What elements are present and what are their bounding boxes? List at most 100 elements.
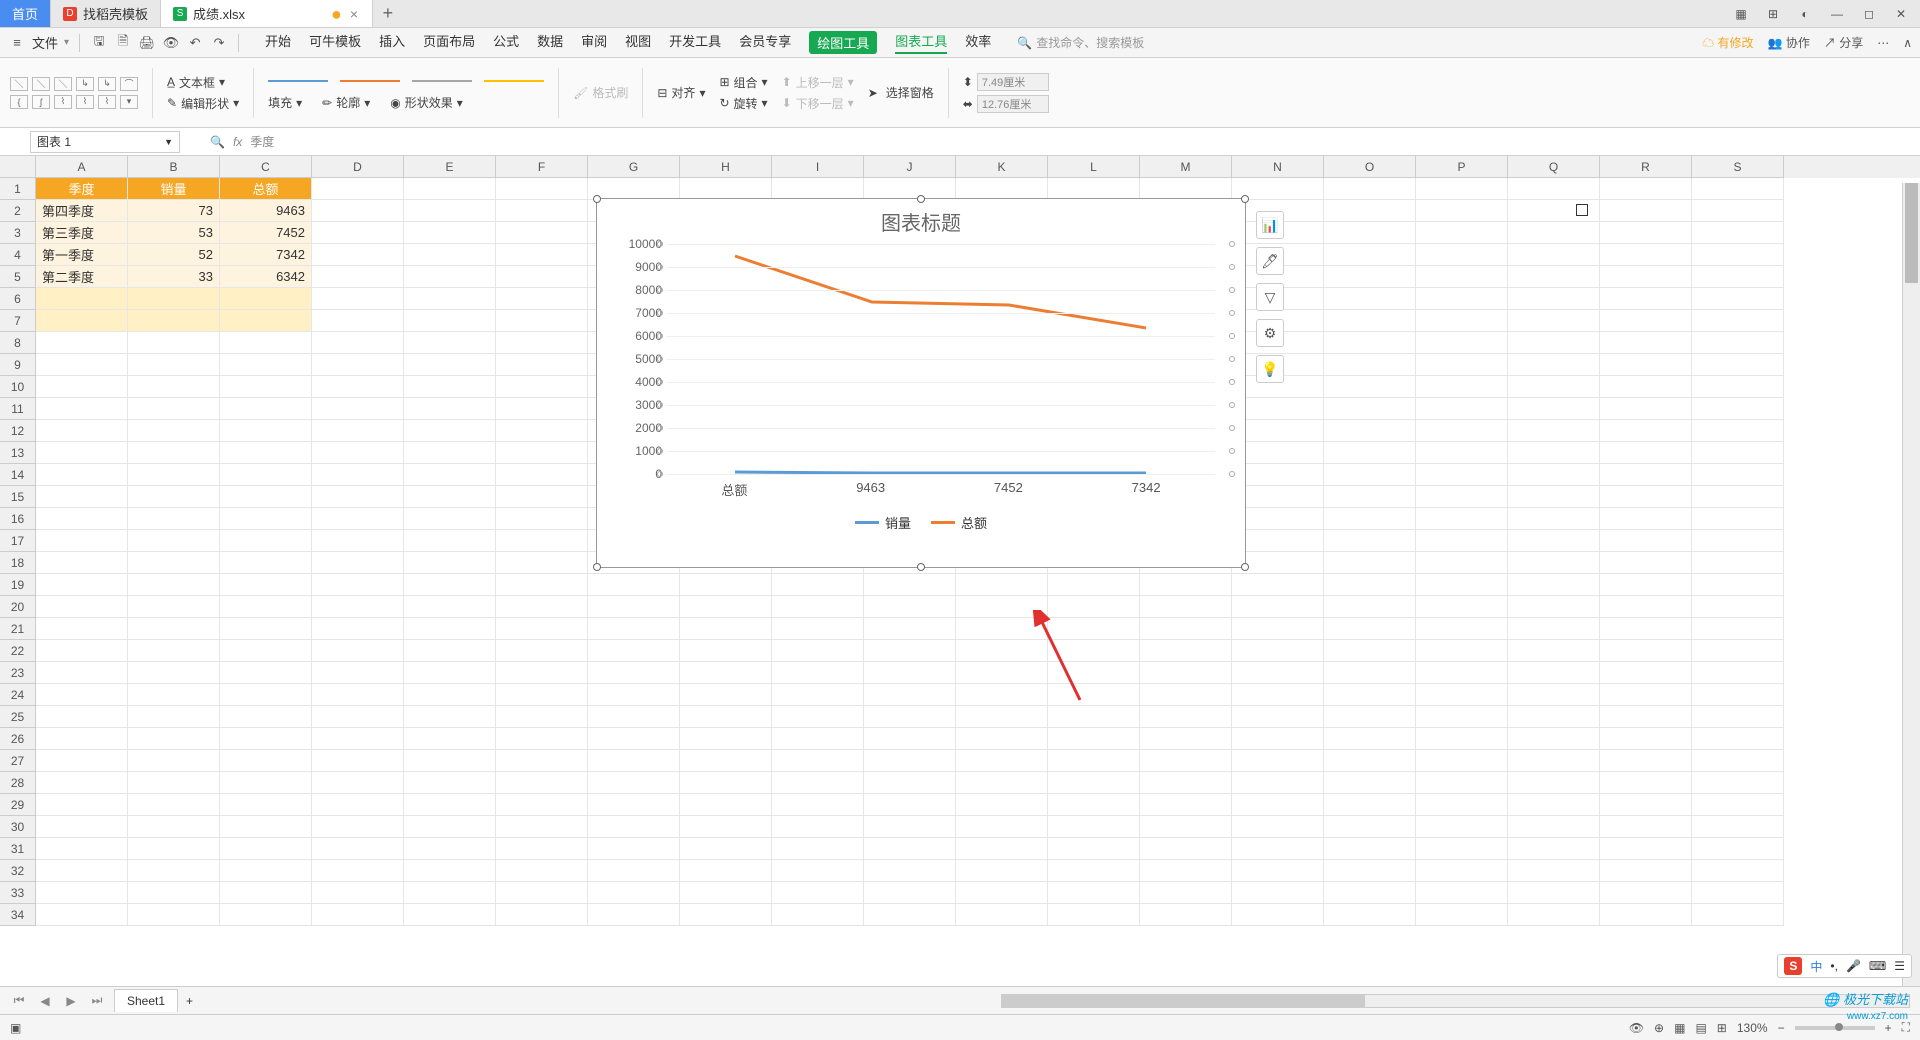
- cell[interactable]: [404, 706, 496, 728]
- cell[interactable]: [36, 596, 128, 618]
- cell[interactable]: [956, 882, 1048, 904]
- cell[interactable]: [1048, 574, 1140, 596]
- cell[interactable]: [588, 882, 680, 904]
- cell[interactable]: [1600, 442, 1692, 464]
- cell[interactable]: [1324, 772, 1416, 794]
- cell[interactable]: [312, 772, 404, 794]
- cell[interactable]: [1416, 574, 1508, 596]
- cell[interactable]: [1692, 332, 1784, 354]
- cell[interactable]: [680, 904, 772, 926]
- cell[interactable]: [1140, 882, 1232, 904]
- cell[interactable]: [312, 596, 404, 618]
- cell[interactable]: [1048, 838, 1140, 860]
- cell[interactable]: [220, 354, 312, 376]
- cell[interactable]: 第二季度: [36, 266, 128, 288]
- cell[interactable]: [1692, 508, 1784, 530]
- cell[interactable]: [1508, 222, 1600, 244]
- cell[interactable]: [312, 376, 404, 398]
- cell[interactable]: [1692, 640, 1784, 662]
- row-header[interactable]: 3: [0, 222, 36, 244]
- cell[interactable]: [220, 904, 312, 926]
- cell[interactable]: [864, 684, 956, 706]
- chart-object[interactable]: 图表标题 01000200030004000500060007000800090…: [596, 198, 1246, 568]
- cell[interactable]: [1692, 398, 1784, 420]
- cell[interactable]: [1416, 398, 1508, 420]
- cell[interactable]: [36, 486, 128, 508]
- row-header[interactable]: 7: [0, 310, 36, 332]
- cell[interactable]: [496, 728, 588, 750]
- cell[interactable]: [772, 640, 864, 662]
- cell[interactable]: [956, 860, 1048, 882]
- cell[interactable]: [1416, 684, 1508, 706]
- cell[interactable]: [1600, 772, 1692, 794]
- cell[interactable]: [496, 310, 588, 332]
- cell[interactable]: [772, 904, 864, 926]
- cell[interactable]: [404, 816, 496, 838]
- cell[interactable]: [220, 332, 312, 354]
- col-header[interactable]: H: [680, 156, 772, 178]
- cell[interactable]: [36, 706, 128, 728]
- cell[interactable]: [1600, 200, 1692, 222]
- cell[interactable]: [128, 420, 220, 442]
- lang-icon[interactable]: ⊕: [1654, 1021, 1664, 1035]
- cell[interactable]: 总额: [220, 178, 312, 200]
- cell[interactable]: [1416, 728, 1508, 750]
- cell[interactable]: [1600, 860, 1692, 882]
- cell[interactable]: [680, 178, 772, 200]
- cell[interactable]: [36, 882, 128, 904]
- cell[interactable]: [1692, 244, 1784, 266]
- tab-layout[interactable]: 页面布局: [423, 31, 475, 54]
- cell[interactable]: [36, 750, 128, 772]
- cell[interactable]: [1692, 354, 1784, 376]
- cell[interactable]: [36, 398, 128, 420]
- select-all-corner[interactable]: [0, 156, 36, 178]
- row-header[interactable]: 12: [0, 420, 36, 442]
- sheet-tab[interactable]: Sheet1: [114, 989, 178, 1012]
- cell[interactable]: [1324, 750, 1416, 772]
- cell[interactable]: [36, 442, 128, 464]
- cell[interactable]: [1600, 420, 1692, 442]
- cell[interactable]: [1140, 618, 1232, 640]
- cell[interactable]: [1416, 442, 1508, 464]
- col-header[interactable]: D: [312, 156, 404, 178]
- cell[interactable]: [864, 838, 956, 860]
- cell[interactable]: [312, 442, 404, 464]
- tab-insert[interactable]: 插入: [379, 31, 405, 54]
- cell[interactable]: [1140, 640, 1232, 662]
- cell[interactable]: [1692, 200, 1784, 222]
- cell[interactable]: [312, 266, 404, 288]
- cell[interactable]: [312, 244, 404, 266]
- cell[interactable]: [1140, 662, 1232, 684]
- cell[interactable]: [1232, 640, 1324, 662]
- cell[interactable]: [680, 640, 772, 662]
- cell[interactable]: [1508, 464, 1600, 486]
- cell[interactable]: [1508, 508, 1600, 530]
- cell[interactable]: [1600, 398, 1692, 420]
- cell[interactable]: 52: [128, 244, 220, 266]
- cell[interactable]: [404, 860, 496, 882]
- add-sheet[interactable]: +: [186, 994, 193, 1008]
- cell[interactable]: [36, 838, 128, 860]
- cell[interactable]: [128, 904, 220, 926]
- cell[interactable]: [1508, 552, 1600, 574]
- cell[interactable]: [1232, 728, 1324, 750]
- cell[interactable]: [772, 860, 864, 882]
- cell[interactable]: [404, 332, 496, 354]
- cell[interactable]: [496, 750, 588, 772]
- cell[interactable]: [588, 838, 680, 860]
- cell[interactable]: [1508, 596, 1600, 618]
- cell[interactable]: [864, 794, 956, 816]
- cell[interactable]: [220, 442, 312, 464]
- cell[interactable]: [128, 376, 220, 398]
- cell[interactable]: [772, 772, 864, 794]
- cell[interactable]: [36, 904, 128, 926]
- cell[interactable]: [1600, 266, 1692, 288]
- cell[interactable]: [404, 794, 496, 816]
- cell[interactable]: [1324, 288, 1416, 310]
- cell[interactable]: [404, 662, 496, 684]
- apps-icon[interactable]: ⊞: [1764, 7, 1782, 21]
- saveas-icon[interactable]: 🗎: [114, 34, 132, 52]
- cell[interactable]: [496, 574, 588, 596]
- cell[interactable]: [1600, 794, 1692, 816]
- cell[interactable]: [1692, 464, 1784, 486]
